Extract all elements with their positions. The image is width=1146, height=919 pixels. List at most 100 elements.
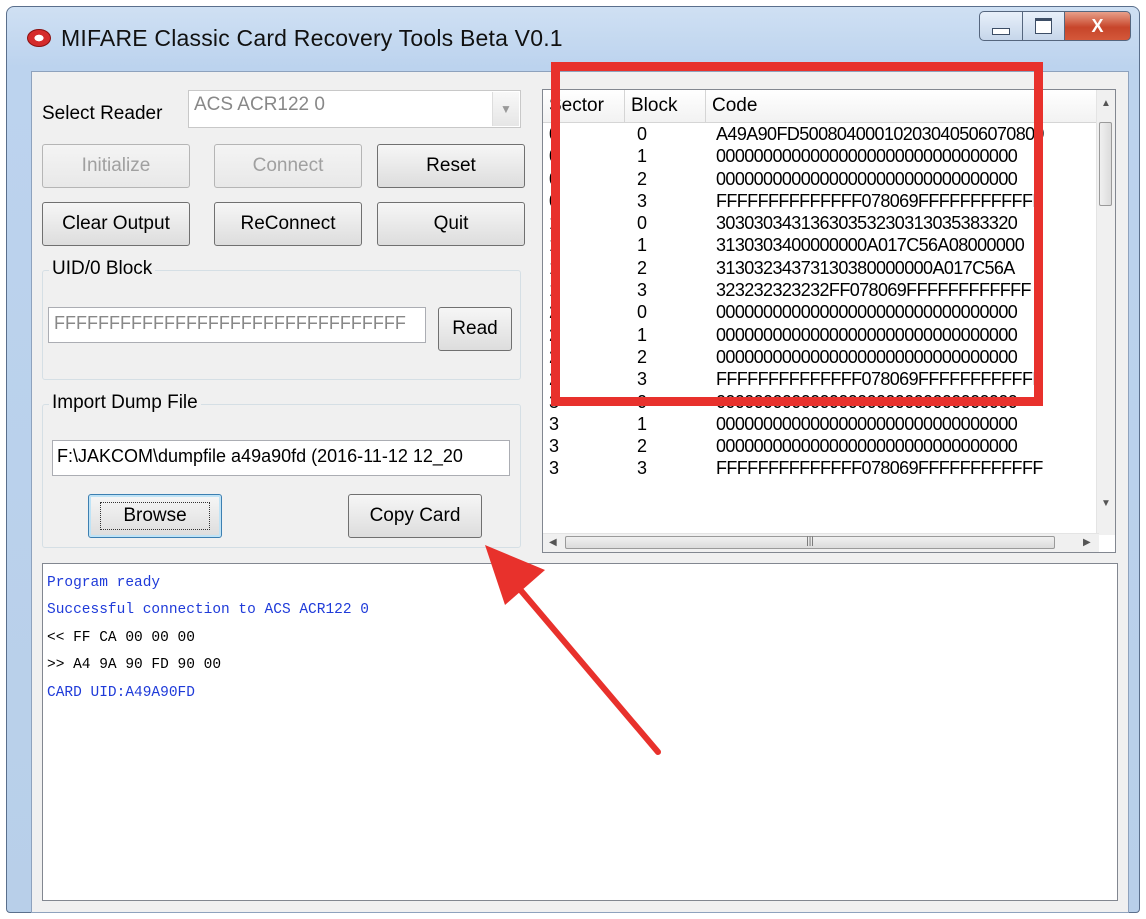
sector-cell: 2 (549, 346, 560, 367)
output-line: >> A4 9A 90 FD 90 00 (47, 657, 222, 674)
window-title: MIFARE Classic Card Recovery Tools Beta … (61, 25, 563, 51)
uid-field[interactable]: FFFFFFFFFFFFFFFFFFFFFFFFFFFFFFFF (48, 307, 426, 343)
output-console[interactable]: Program ready Successful connection to AC… (42, 563, 1118, 901)
reader-select[interactable]: ACS ACR122 0 ▼ (188, 90, 521, 128)
block-cell: 2 (637, 436, 648, 457)
code-cell: 30303034313630353230313035383320 (716, 213, 1018, 234)
horizontal-scroll-thumb[interactable]: ||| (565, 536, 1055, 549)
block-cell: 3 (637, 280, 648, 301)
block-cell: 1 (637, 413, 648, 434)
table-row[interactable]: 2 1 00000000000000000000000000000000 (543, 324, 1099, 346)
scroll-left-icon[interactable]: ◀ (549, 537, 557, 548)
sector-cell: 3 (549, 436, 560, 457)
sector-cell: 3 (549, 391, 560, 412)
dump-file-path-field[interactable]: F:\JAKCOM\dumpfile a49a90fd (2016-11-12 … (52, 440, 510, 476)
sector-cell: 2 (549, 302, 560, 323)
code-cell: 3130303400000000A017C56A08000000 (716, 235, 1025, 256)
chevron-down-icon[interactable]: ▼ (492, 92, 519, 126)
sector-cell: 1 (549, 280, 560, 301)
code-cell: FFFFFFFFFFFFFF078069FFFFFFFFFFFF (716, 190, 1043, 211)
table-row[interactable]: 1 1 3130303400000000A017C56A08000000 (543, 234, 1099, 256)
uid-group-title: UID/0 Block (49, 258, 156, 280)
block-cell: 1 (637, 235, 648, 256)
code-cell: 00000000000000000000000000000000 (716, 436, 1018, 457)
vertical-scroll-thumb[interactable] (1099, 122, 1112, 206)
table-row[interactable]: 0 1 00000000000000000000000000000000 (543, 145, 1099, 167)
block-cell: 2 (637, 168, 648, 189)
sector-cell: 1 (549, 257, 560, 278)
import-group: Import Dump File F:\JAKCOM\dumpfile a49a… (42, 392, 521, 548)
block-cell: 0 (637, 302, 648, 323)
sector-cell: 1 (549, 213, 560, 234)
sector-cell: 0 (549, 190, 560, 211)
sector-cell: 0 (549, 124, 560, 144)
sector-cell: 1 (549, 235, 560, 256)
column-header-block[interactable]: Block (625, 90, 706, 122)
table-row[interactable]: 3 0 00000000000000000000000000000000 (543, 391, 1099, 413)
table-header: Sector Block Code (543, 90, 1099, 123)
block-cell: 1 (637, 324, 648, 345)
read-button[interactable]: Read (438, 307, 512, 351)
copy-card-button[interactable]: Copy Card (348, 494, 482, 538)
table-row[interactable]: 3 2 00000000000000000000000000000000 (543, 435, 1099, 457)
code-cell: FFFFFFFFFFFFFF078069FFFFFFFFFFFF (716, 369, 1043, 390)
block-cell: 0 (637, 124, 648, 144)
sector-cell: 0 (549, 168, 560, 189)
sector-cell: 2 (549, 324, 560, 345)
code-cell: 00000000000000000000000000000000 (716, 168, 1018, 189)
vertical-scrollbar[interactable]: ▲ ▼ (1096, 90, 1115, 535)
initialize-button[interactable]: Initialize (42, 144, 190, 188)
code-cell: 00000000000000000000000000000000 (716, 302, 1018, 323)
output-line: << FF CA 00 00 00 (47, 629, 195, 646)
horizontal-scrollbar[interactable]: ◀ ||| ▶ (543, 533, 1099, 552)
table-row[interactable]: 0 2 00000000000000000000000000000000 (543, 168, 1099, 190)
table-row[interactable]: 1 3 323232323232FF078069FFFFFFFFFFFF (543, 279, 1099, 301)
table-row[interactable]: 1 0 30303034313630353230313035383320 (543, 212, 1099, 234)
minimize-button[interactable] (979, 11, 1023, 41)
close-button[interactable]: X (1065, 11, 1131, 41)
column-header-sector[interactable]: Sector (543, 90, 625, 122)
app-window: MIFARE Classic Card Recovery Tools Beta … (6, 6, 1140, 913)
block-cell: 2 (637, 346, 648, 367)
block-cell: 0 (637, 213, 648, 234)
scroll-up-icon[interactable]: ▲ (1101, 98, 1111, 109)
table-body: 0 0 A49A90FD50080400010203040506070809 0 1 00… (543, 123, 1099, 480)
sector-cell: 3 (549, 458, 560, 479)
reader-select-value: ACS ACR122 0 (194, 94, 325, 115)
clear-output-button[interactable]: Clear Output (42, 202, 190, 246)
reset-button[interactable]: Reset (377, 144, 525, 188)
table-row[interactable]: 1 2 31303234373130380000000A017C56A (543, 257, 1099, 279)
table-row[interactable]: 2 3 FFFFFFFFFFFFFF078069FFFFFFFFFFFF (543, 368, 1099, 390)
code-cell: 31303234373130380000000A017C56A (716, 257, 1015, 278)
scroll-right-icon[interactable]: ▶ (1083, 537, 1091, 548)
table-row[interactable]: 3 3 FFFFFFFFFFFFFF078069FFFFFFFFFFFF (543, 457, 1099, 479)
client-area: Select Reader ACS ACR122 0 ▼ Initialize … (31, 71, 1129, 913)
table-row[interactable]: 2 0 00000000000000000000000000000000 (543, 301, 1099, 323)
column-header-code[interactable]: Code (706, 90, 1099, 122)
reconnect-button[interactable]: ReConnect (214, 202, 362, 246)
close-icon: X (1091, 15, 1104, 36)
code-cell: 323232323232FF078069FFFFFFFFFFFF (716, 280, 1032, 301)
block-cell: 2 (637, 257, 648, 278)
block-cell: 3 (637, 369, 648, 390)
table-row[interactable]: 2 2 00000000000000000000000000000000 (543, 346, 1099, 368)
scroll-down-icon[interactable]: ▼ (1101, 498, 1111, 509)
quit-button[interactable]: Quit (377, 202, 525, 246)
browse-button[interactable]: Browse (88, 494, 222, 538)
code-cell: 00000000000000000000000000000000 (716, 413, 1018, 434)
block-cell: 0 (637, 391, 648, 412)
app-logo-icon (27, 29, 51, 47)
code-cell: FFFFFFFFFFFFFF078069FFFFFFFFFFFF (716, 458, 1043, 479)
connect-button[interactable]: Connect (214, 144, 362, 188)
import-group-title: Import Dump File (49, 392, 201, 414)
code-cell: 00000000000000000000000000000000 (716, 391, 1018, 412)
table-row[interactable]: 0 0 A49A90FD50080400010203040506070809 (543, 123, 1099, 145)
title-bar[interactable]: MIFARE Classic Card Recovery Tools Beta … (7, 7, 1139, 71)
block-table[interactable]: Sector Block Code 0 0 A49A90FD500804000102… (542, 89, 1116, 553)
table-row[interactable]: 0 3 FFFFFFFFFFFFFF078069FFFFFFFFFFFF (543, 190, 1099, 212)
sector-cell: 3 (549, 413, 560, 434)
maximize-button[interactable] (1023, 11, 1065, 41)
sector-cell: 0 (549, 146, 560, 167)
uid-group: UID/0 Block FFFFFFFFFFFFFFFFFFFFFFFFFFFF… (42, 258, 521, 380)
table-row[interactable]: 3 1 00000000000000000000000000000000 (543, 413, 1099, 435)
